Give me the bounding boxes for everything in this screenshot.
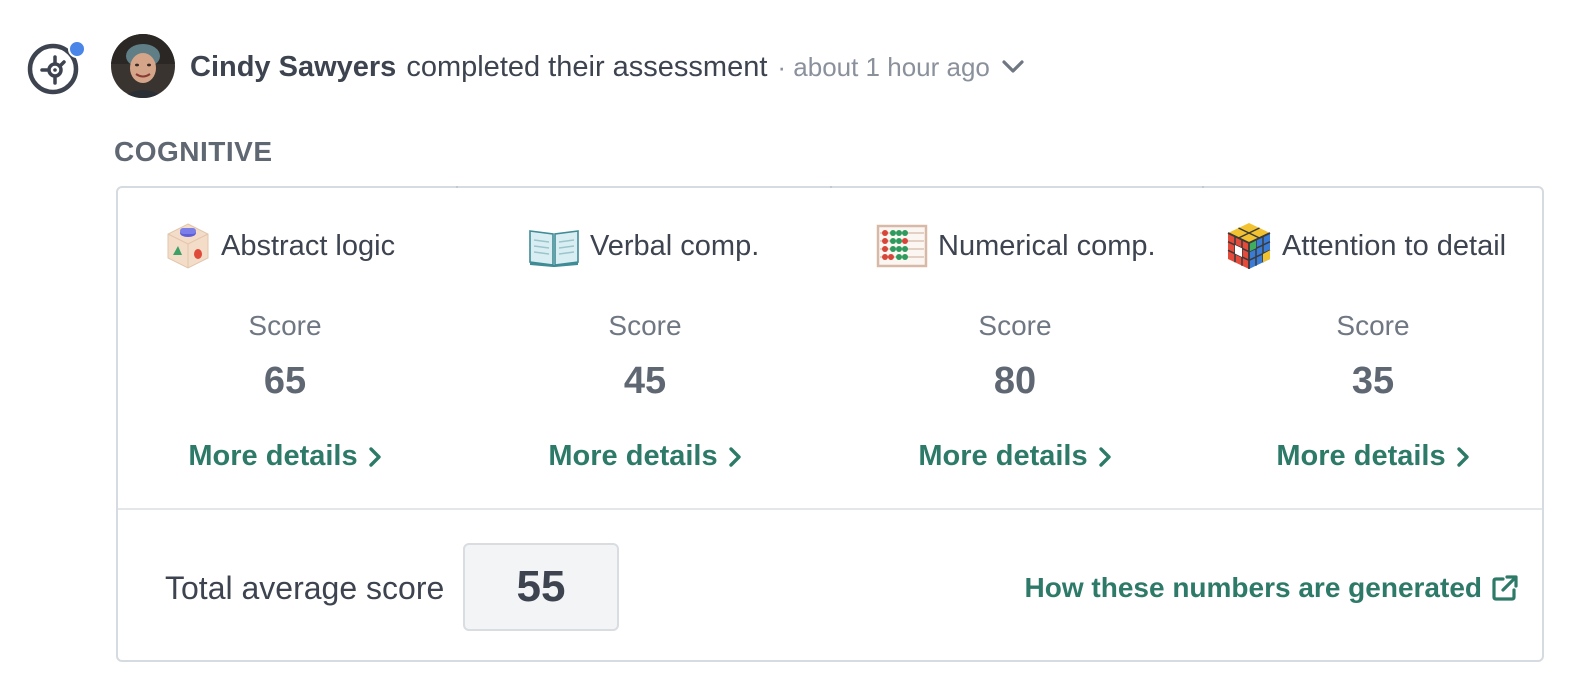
more-details-link[interactable]: More details [846,440,1184,473]
external-link-icon [1492,575,1518,601]
metric-name: Abstract logic [221,229,396,262]
chevron-right-icon [368,446,381,467]
column-divider [830,186,832,188]
how-numbers-generated-label: How these numbers are generated [1024,572,1482,603]
metric-name: Numerical comp. [938,229,1156,262]
score-label: Score [1336,310,1410,341]
more-details-label: More details [918,440,1088,472]
activity-timestamp: · about 1 hour ago [777,51,990,82]
more-details-label: More details [1276,440,1446,472]
metric-name: Verbal comp. [590,229,760,262]
score-value: 65 [263,360,307,402]
activity-action-text: completed their assessment [406,50,768,83]
metric-verbal-comp: Verbal comp. Score 45 More details [478,188,812,508]
column-divider [456,186,458,188]
abacus-icon [876,224,928,268]
metric-header: Numerical comp. [876,222,1156,270]
assessment-scores-card: Abstract logic Score 65 More details Ver… [116,186,1544,662]
score-label: Score [248,310,322,341]
metric-header: Verbal comp. [528,222,759,270]
chevron-down-icon[interactable] [1000,54,1026,80]
metric-abstract-logic: Abstract logic Score 65 More details [118,188,452,508]
avatar[interactable] [111,34,175,98]
more-details-link[interactable]: More details [118,440,452,473]
score-value: 80 [993,360,1037,402]
metric-header: Attention to detail [1226,222,1506,270]
metric-numerical-comp: Numerical comp. Score 80 More details [846,188,1184,508]
open-book-icon [529,230,579,267]
metric-header: Abstract logic [165,222,395,270]
score-value: 45 [623,360,667,402]
more-details-link[interactable]: More details [478,440,812,473]
score-value: 35 [1351,360,1395,402]
notification-dot [68,40,86,58]
more-details-label: More details [188,440,358,472]
activity-header: Cindy Sawyers completed their assessment… [190,48,1026,86]
how-numbers-generated-link[interactable]: How these numbers are generated [1025,572,1518,604]
more-details-link[interactable]: More details [1202,440,1544,473]
rubiks-cube-icon [1227,223,1271,269]
score-label: Score [978,310,1052,341]
chevron-right-icon [1098,446,1111,467]
section-title: COGNITIVE [114,136,273,167]
total-average-score: 55 [463,543,619,631]
chevron-right-icon [728,446,741,467]
metric-name: Attention to detail [1282,229,1507,262]
more-details-label: More details [548,440,718,472]
shape-cube-icon [167,223,209,269]
chevron-right-icon [1456,446,1469,467]
metric-attention-to-detail: Attention to detail Score 35 More detail… [1202,188,1544,508]
user-name-link[interactable]: Cindy Sawyers [190,51,396,84]
total-average-label: Total average score [165,570,445,606]
metrics-row: Abstract logic Score 65 More details Ver… [118,186,1544,510]
score-label: Score [608,310,682,341]
